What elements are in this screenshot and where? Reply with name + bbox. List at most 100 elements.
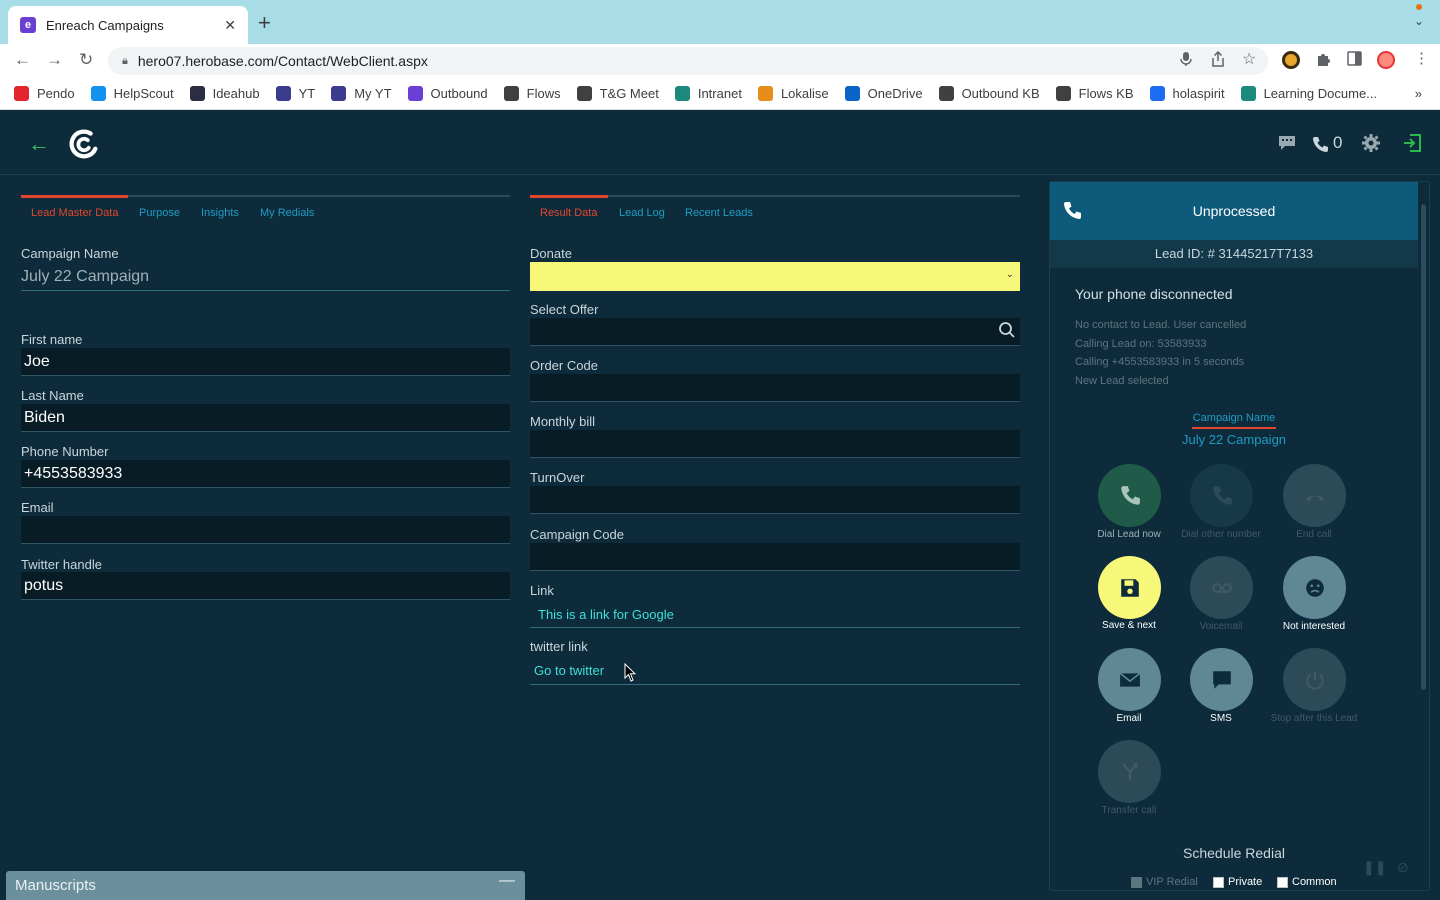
tab-search-chevron-icon[interactable]: ⌄ — [1414, 14, 1424, 28]
bookmark-item[interactable]: Outbound KB — [938, 86, 1040, 101]
bookmark-item[interactable]: Ideahub — [189, 86, 260, 101]
call-panel-scrollbar[interactable] — [1421, 204, 1426, 690]
save-next-button[interactable] — [1098, 556, 1161, 619]
bookmark-favicon-icon — [844, 86, 860, 101]
phone-forward-icon — [1212, 485, 1232, 505]
enreach-logo-icon[interactable] — [64, 125, 102, 163]
call-status: Unprocessed — [1192, 203, 1276, 219]
tab-lead-log[interactable]: Lead Log — [619, 207, 665, 219]
select-offer-field[interactable] — [530, 318, 1020, 346]
back-icon[interactable]: ← — [14, 50, 31, 70]
tab-my-redials[interactable]: My Redials — [260, 207, 314, 219]
dial-other-number-button — [1190, 464, 1253, 527]
bookmark-label: HelpScout — [113, 86, 174, 101]
tab-lead-master-data[interactable]: Lead Master Data — [31, 207, 118, 219]
manuscripts-bar[interactable]: Manuscripts — — [6, 871, 525, 900]
bookmark-favicon-icon — [576, 86, 592, 101]
log-line: New Lead selected — [1075, 374, 1169, 387]
common-checkbox[interactable]: Common — [1277, 876, 1337, 888]
arrow-left-icon[interactable]: ← — [28, 131, 50, 157]
forward-icon[interactable]: → — [46, 50, 63, 70]
url-text[interactable]: hero07.herobase.com/Contact/WebClient.as… — [138, 53, 428, 69]
transfer-call-label: Transfer call — [1101, 805, 1157, 816]
log-line: Calling Lead on: 53583933 — [1075, 337, 1207, 350]
search-icon[interactable] — [998, 321, 1016, 339]
browser-menu-icon[interactable]: ⋮ — [1414, 49, 1429, 67]
email-field[interactable] — [21, 516, 510, 544]
last-name-field[interactable]: Biden — [21, 404, 510, 432]
bookmark-item[interactable]: Learning Docume... — [1240, 86, 1377, 101]
chat-icon[interactable] — [1278, 135, 1296, 151]
monthly-bill-field[interactable] — [530, 430, 1020, 458]
close-tab-icon[interactable]: ✕ — [224, 17, 236, 34]
first-name-field[interactable]: Joe — [21, 348, 510, 376]
google-link[interactable]: This is a link for Google — [538, 607, 674, 622]
tab-insights[interactable]: Insights — [201, 207, 239, 219]
tab-purpose[interactable]: Purpose — [139, 207, 180, 219]
bookmark-item[interactable]: Outbound — [407, 86, 488, 101]
checkbox-icon[interactable] — [1213, 876, 1224, 888]
share-icon[interactable] — [1211, 51, 1225, 67]
reload-icon[interactable]: ↻ — [79, 50, 93, 70]
campaign-code-label: Campaign Code — [530, 527, 624, 542]
extension-badge-icon[interactable] — [1282, 51, 1300, 69]
microphone-icon[interactable] — [1180, 51, 1192, 67]
bookmark-label: Ideahub — [212, 86, 260, 101]
bookmark-item[interactable]: Flows KB — [1055, 86, 1134, 101]
bookmark-item[interactable]: T&G Meet — [576, 86, 659, 101]
not-interested-button[interactable] — [1283, 556, 1346, 619]
select-offer-label: Select Offer — [530, 302, 599, 317]
profile-avatar[interactable] — [1377, 51, 1395, 69]
bookmark-item[interactable]: Lokalise — [757, 86, 829, 101]
lead-master-panel: Lead Master Data Purpose Insights My Red… — [21, 195, 510, 715]
address-bar[interactable]: 🔒︎ hero07.herobase.com/Contact/WebClient… — [108, 47, 1268, 75]
campaign-code-field[interactable] — [530, 543, 1020, 571]
bookmarks-overflow-icon[interactable]: » — [1415, 86, 1422, 101]
bookmark-label: Outbound — [430, 86, 488, 101]
order-code-field[interactable] — [530, 374, 1020, 402]
bookmark-favicon-icon — [407, 86, 423, 101]
twitter-handle-label: Twitter handle — [21, 557, 102, 572]
extensions-puzzle-icon[interactable] — [1315, 51, 1331, 67]
calls-queue-icon[interactable] — [1312, 135, 1330, 153]
browser-tab-bar: e Enreach Campaigns ✕ + ⌄ — [0, 0, 1440, 44]
side-panel-icon[interactable] — [1347, 51, 1362, 66]
tab-result-data[interactable]: Result Data — [540, 207, 597, 219]
phone-number-field[interactable]: +4553583933 — [21, 460, 510, 488]
private-checkbox[interactable]: Private — [1213, 876, 1262, 888]
bookmark-item[interactable]: Flows — [503, 86, 561, 101]
bookmark-item[interactable]: YT — [275, 86, 315, 101]
first-name-label: First name — [21, 332, 83, 347]
phone-message: Your phone disconnected — [1075, 286, 1233, 302]
voicemail-icon — [1211, 582, 1232, 593]
envelope-icon — [1119, 672, 1140, 687]
donate-select[interactable]: ⌄ — [530, 262, 1020, 291]
checkbox-icon[interactable] — [1277, 876, 1288, 888]
voicemail-label: Voicemail — [1199, 621, 1243, 632]
bookmark-item[interactable]: holaspirit — [1149, 86, 1225, 101]
dial-lead-button[interactable] — [1098, 464, 1161, 527]
bookmark-item[interactable]: HelpScout — [90, 86, 174, 101]
bookmark-item[interactable]: Pendo — [14, 86, 75, 101]
bookmark-star-icon[interactable]: ☆ — [1242, 49, 1256, 69]
tab-recent-leads[interactable]: Recent Leads — [685, 207, 753, 219]
gear-icon[interactable] — [1361, 133, 1381, 153]
browser-tab[interactable]: e Enreach Campaigns ✕ — [8, 6, 248, 44]
bookmark-item[interactable]: Intranet — [674, 86, 742, 101]
twitter-link[interactable]: Go to twitter — [534, 663, 604, 678]
minimize-icon[interactable]: — — [499, 872, 515, 890]
bookmark-item[interactable]: My YT — [331, 86, 392, 101]
logout-icon[interactable] — [1402, 133, 1422, 153]
bookmark-item[interactable]: OneDrive — [844, 86, 923, 101]
twitter-handle-field[interactable]: potus — [21, 572, 510, 600]
no-phone-icon[interactable]: ⊘ — [1397, 859, 1409, 876]
common-label: Common — [1292, 876, 1337, 888]
email-button[interactable] — [1098, 648, 1161, 711]
sad-face-icon — [1305, 578, 1324, 597]
campaign-name-label: Campaign Name — [21, 246, 119, 261]
new-tab-button[interactable]: + — [258, 12, 271, 34]
sms-button[interactable] — [1190, 648, 1253, 711]
turnover-field[interactable] — [530, 486, 1020, 514]
sms-label: SMS — [1210, 713, 1232, 724]
pause-icon[interactable]: ❚❚ — [1363, 859, 1386, 876]
